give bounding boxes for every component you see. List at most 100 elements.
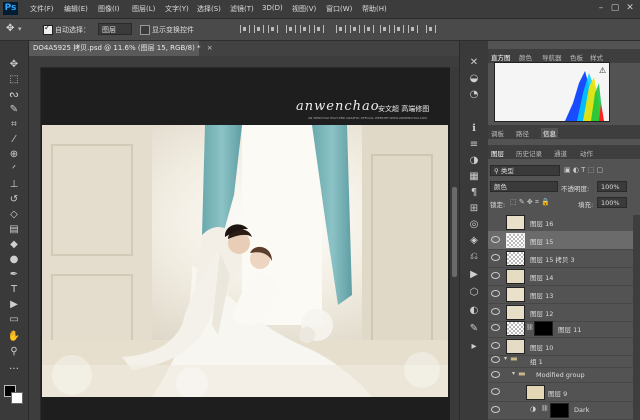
maximize-icon[interactable]: ▢ xyxy=(610,3,620,13)
brush-tool-icon[interactable]: ᐟ xyxy=(7,164,21,176)
chain-link-icon[interactable]: ⛓ xyxy=(526,324,534,331)
shape-tool-icon[interactable]: ▭ xyxy=(7,314,21,326)
eye-icon[interactable] xyxy=(491,272,500,279)
group-expand-icon[interactable]: ▾ xyxy=(512,370,515,377)
close-icon[interactable]: ✕ xyxy=(625,3,635,13)
navigator-icon[interactable]: ◈ xyxy=(467,235,481,247)
canvas-photo[interactable] xyxy=(42,125,448,397)
tab-swatches[interactable]: 色板 xyxy=(570,52,583,62)
timeline-icon[interactable]: ▸ xyxy=(467,341,481,353)
layer-filter-dropdown[interactable]: ⚲ 类型 xyxy=(490,165,560,176)
tab-channels[interactable]: 通道 xyxy=(554,148,567,158)
layer-row[interactable]: ◑ ⛓ Dark xyxy=(488,401,633,420)
history-brush-tool-icon[interactable]: ↺ xyxy=(7,194,21,206)
auto-select-dropdown[interactable]: 图层 xyxy=(98,23,132,35)
layer-row[interactable]: 图层 9 xyxy=(488,383,633,402)
tab-navigator[interactable]: 导航器 xyxy=(542,52,562,62)
path-select-tool-icon[interactable]: ▶ xyxy=(7,299,21,311)
tools-icon[interactable]: ✕ xyxy=(467,57,481,69)
info-icon[interactable]: ℹ xyxy=(467,123,481,135)
dodge-tool-icon[interactable]: ● xyxy=(7,254,21,266)
tab-styles[interactable]: 样式 xyxy=(590,52,603,62)
eraser-tool-icon[interactable]: ◇ xyxy=(7,209,21,221)
layer-row[interactable]: 图层 13 xyxy=(488,285,633,304)
crop-tool-icon[interactable]: ⌗ xyxy=(7,119,21,131)
menu-window[interactable]: 窗口(W) xyxy=(326,4,352,14)
layer-group-row[interactable]: ▾ ▬ Modified group xyxy=(488,368,633,383)
lock-icons[interactable]: ⬚ ✎ ✥ ⌗ 🔒 xyxy=(510,198,550,207)
menu-help[interactable]: 帮助(H) xyxy=(362,4,387,14)
eye-icon[interactable] xyxy=(491,324,500,331)
layer-filter-icons[interactable]: ▣ ◐ T ⬚ ▢ xyxy=(564,166,603,174)
menu-type[interactable]: 文字(Y) xyxy=(165,4,189,14)
move-tool-icon[interactable]: ✥ xyxy=(6,24,16,34)
clone-stamp-tool-icon[interactable]: ⊥ xyxy=(7,179,21,191)
marquee-tool-icon[interactable]: ⬚ xyxy=(7,74,21,86)
align-right-icon[interactable] xyxy=(314,25,324,33)
menu-edit[interactable]: 编辑(E) xyxy=(64,4,88,14)
distribute-top-icon[interactable] xyxy=(336,25,346,33)
3d-icon[interactable]: ⬡ xyxy=(467,287,481,299)
minimize-icon[interactable]: – xyxy=(596,3,606,13)
lasso-tool-icon[interactable]: ᔓ xyxy=(7,89,21,101)
blend-mode-dropdown[interactable]: 颜色 xyxy=(490,181,558,192)
distribute-left-icon[interactable] xyxy=(380,25,390,33)
tab-histogram[interactable]: 直方图 xyxy=(491,52,511,62)
menu-view[interactable]: 视图(V) xyxy=(292,4,316,14)
tab-paths[interactable]: 路径 xyxy=(516,128,529,138)
menu-3d[interactable]: 3D(D) xyxy=(262,4,283,12)
gradient-tool-icon[interactable]: ▤ xyxy=(7,224,21,236)
tab-adjustments[interactable]: 调板 xyxy=(491,128,504,138)
layer-row[interactable]: ⛓ 图层 11 xyxy=(488,319,633,338)
eye-icon[interactable] xyxy=(491,388,500,395)
menu-image[interactable]: 图像(I) xyxy=(98,4,120,14)
tool-preset-chevron-icon[interactable]: ▾ xyxy=(18,24,28,34)
eye-icon[interactable] xyxy=(491,290,500,297)
fill-input[interactable]: 100% xyxy=(597,197,627,208)
layers-scrollbar[interactable] xyxy=(633,215,640,420)
eye-icon[interactable] xyxy=(491,371,500,378)
swatches-icon[interactable]: ⊞ xyxy=(467,203,481,215)
layer-group-row[interactable]: ▾ ▬ 组 1 xyxy=(488,353,633,368)
type-tool-icon[interactable]: T xyxy=(7,284,21,296)
move-tool-icon[interactable]: ✥ xyxy=(7,59,21,71)
eye-icon[interactable] xyxy=(491,236,500,243)
close-tab-icon[interactable]: × xyxy=(207,44,213,52)
layer-row[interactable]: 图层 15 拷贝 3 xyxy=(488,249,633,268)
character-icon[interactable]: ◔ xyxy=(467,89,481,101)
layers-icon[interactable]: ▦ xyxy=(467,171,481,183)
align-hcenter-icon[interactable] xyxy=(300,25,310,33)
scroll-thumb[interactable] xyxy=(452,187,457,277)
align-vcenter-icon[interactable] xyxy=(254,25,264,33)
opacity-input[interactable]: 100% xyxy=(597,181,627,192)
history-icon[interactable]: ⎌ xyxy=(467,251,481,263)
adjustments-icon[interactable]: ◑ xyxy=(467,155,481,167)
tab-color[interactable]: 颜色 xyxy=(519,52,532,62)
menu-select[interactable]: 选择(S) xyxy=(197,4,221,14)
group-expand-icon[interactable]: ▾ xyxy=(504,355,507,362)
channels-icon[interactable]: ◐ xyxy=(467,305,481,317)
distribute-right-icon[interactable] xyxy=(408,25,418,33)
eye-icon[interactable] xyxy=(491,406,500,413)
paths-icon[interactable]: ✎ xyxy=(467,323,481,335)
auto-align-icon[interactable] xyxy=(426,25,436,33)
distribute-hcenter-icon[interactable] xyxy=(394,25,404,33)
layer-row[interactable]: 图层 14 xyxy=(488,267,633,286)
align-bottom-icon[interactable] xyxy=(268,25,278,33)
tab-info[interactable]: 信息 xyxy=(541,128,558,138)
layer-row[interactable]: 图层 16 xyxy=(488,213,633,232)
quick-select-tool-icon[interactable]: ✎ xyxy=(7,104,21,116)
background-color-swatch[interactable] xyxy=(11,392,23,404)
eye-icon[interactable] xyxy=(491,356,500,363)
chain-link-icon[interactable]: ⛓ xyxy=(541,405,549,412)
eyedropper-tool-icon[interactable]: ⁄ xyxy=(7,134,21,146)
menu-file[interactable]: 文件(F) xyxy=(30,4,54,14)
distribute-vcenter-icon[interactable] xyxy=(350,25,360,33)
align-top-icon[interactable] xyxy=(240,25,250,33)
align-left-icon[interactable] xyxy=(286,25,296,33)
show-transform-checkbox[interactable] xyxy=(140,25,150,35)
hand-tool-icon[interactable]: ✋ xyxy=(7,331,21,343)
blur-tool-icon[interactable]: ◆ xyxy=(7,239,21,251)
canvas-vertical-scrollbar[interactable] xyxy=(450,67,459,420)
eye-icon[interactable] xyxy=(491,254,500,261)
